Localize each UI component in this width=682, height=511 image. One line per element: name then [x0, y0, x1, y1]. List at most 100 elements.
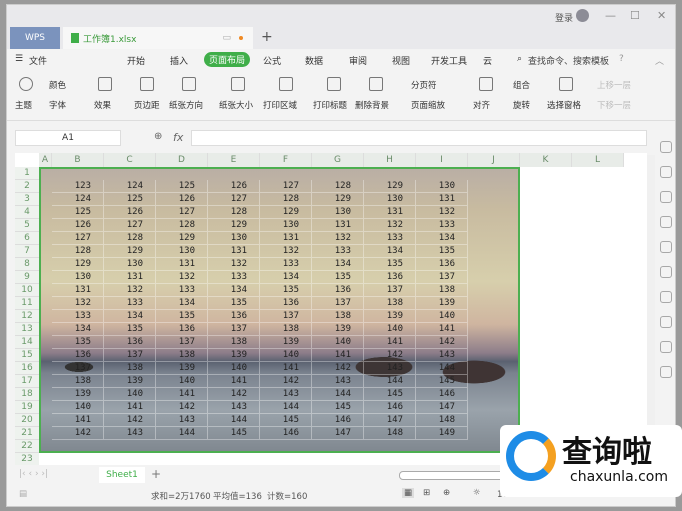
row-header-22[interactable]: 22 — [15, 440, 39, 453]
delete-background-button[interactable]: 删除背景 — [355, 99, 389, 111]
row-header-14[interactable]: 14 — [15, 336, 39, 349]
column-header-D[interactable]: D — [156, 153, 208, 167]
row-header-15[interactable]: 15 — [15, 349, 39, 362]
login-link[interactable]: 登录 — [555, 11, 573, 24]
help-icon[interactable]: ? — [619, 54, 624, 64]
row-header-17[interactable]: 17 — [15, 375, 39, 388]
orientation-button[interactable]: 纸张方向 — [169, 99, 203, 111]
row-header-12[interactable]: 12 — [15, 310, 39, 323]
fx-icon[interactable]: fx — [173, 131, 183, 144]
spreadsheet-grid[interactable]: 123 124 125 126 127 128 129 130 124 125 126 127 128 1… — [15, 153, 647, 465]
selection-pane-button[interactable]: 选择窗格 — [547, 99, 581, 111]
history-icon[interactable] — [660, 241, 672, 253]
apps-icon[interactable] — [660, 366, 672, 378]
archive-icon[interactable] — [660, 341, 672, 353]
search-icon[interactable]: ⌕ — [517, 54, 522, 64]
fonts-button[interactable]: 字体 — [49, 99, 66, 111]
row-header-2[interactable]: 2 — [15, 180, 39, 193]
row-header-4[interactable]: 4 — [15, 206, 39, 219]
page-break-view-icon[interactable]: ⊞ — [423, 488, 430, 498]
send-backward-button[interactable]: 下移一层 — [597, 99, 631, 111]
column-header-F[interactable]: F — [260, 153, 312, 167]
row-header-18[interactable]: 18 — [15, 388, 39, 401]
column-header-E[interactable]: E — [208, 153, 260, 167]
sheet-tab-sheet1[interactable]: Sheet1 — [99, 467, 145, 483]
zoom-formula-icon[interactable]: ⊕ — [154, 131, 162, 142]
collapse-ribbon-icon[interactable]: ︿ — [655, 54, 664, 67]
column-header-L[interactable]: L — [572, 153, 624, 167]
menu-insert[interactable]: 插入 — [170, 54, 188, 67]
column-header-A[interactable]: A — [39, 153, 52, 167]
row-header-1[interactable]: 1 — [15, 167, 39, 180]
row-header-23[interactable]: 23 — [15, 453, 39, 465]
column-header-I[interactable]: I — [416, 153, 468, 167]
column-header-C[interactable]: C — [104, 153, 156, 167]
tab-document[interactable]: 工作簿1.xlsx ▭ — [63, 27, 253, 49]
avatar[interactable] — [576, 9, 589, 22]
close-button[interactable]: ✕ — [657, 9, 666, 22]
vertical-scrollbar[interactable] — [647, 155, 655, 465]
eye-care-icon[interactable]: ☼ — [473, 488, 481, 498]
theme-button[interactable]: 主题 — [15, 99, 32, 111]
hamburger-icon[interactable]: ☰ — [15, 54, 23, 64]
reading-view-icon[interactable]: ⊕ — [443, 488, 450, 498]
row-header-8[interactable]: 8 — [15, 258, 39, 271]
group-button[interactable]: 组合 — [513, 79, 530, 91]
command-search[interactable]: 查找命令、搜索模板 — [528, 54, 609, 67]
print-titles-button[interactable]: 打印标题 — [313, 99, 347, 111]
margins-button[interactable]: 页边距 — [134, 99, 160, 111]
row-header-9[interactable]: 9 — [15, 271, 39, 284]
row-header-6[interactable]: 6 — [15, 232, 39, 245]
menu-formulas[interactable]: 公式 — [263, 54, 281, 67]
row-header-19[interactable]: 19 — [15, 401, 39, 414]
menu-view[interactable]: 视图 — [392, 54, 410, 67]
rotate-button[interactable]: 旋转 — [513, 99, 530, 111]
row-header-11[interactable]: 11 — [15, 297, 39, 310]
share-icon[interactable] — [660, 316, 672, 328]
row-header-5[interactable]: 5 — [15, 219, 39, 232]
align-button[interactable]: 对齐 — [473, 99, 490, 111]
row-header-3[interactable]: 3 — [15, 193, 39, 206]
menu-file[interactable]: 文件 — [29, 54, 47, 67]
colors-button[interactable]: 颜色 — [49, 79, 66, 91]
effects-button[interactable]: 效果 — [94, 99, 111, 111]
row-header-16[interactable]: 16 — [15, 362, 39, 375]
menu-data[interactable]: 数据 — [305, 54, 323, 67]
pointer-icon[interactable] — [660, 141, 672, 153]
page-break-button[interactable]: 分页符 — [411, 79, 437, 91]
star-icon[interactable] — [660, 291, 672, 303]
bring-forward-button[interactable]: 上移一层 — [597, 79, 631, 91]
normal-view-icon[interactable]: ▦ — [402, 488, 415, 498]
menu-page-layout[interactable]: 页面布局 — [204, 52, 251, 67]
menu-home[interactable]: 开始 — [127, 54, 145, 67]
help-icon[interactable] — [660, 266, 672, 278]
row-header-10[interactable]: 10 — [15, 284, 39, 297]
page-zoom-button[interactable]: 页面缩放 — [411, 99, 445, 111]
pin-icon[interactable]: ▭ — [222, 33, 231, 43]
row-header-7[interactable]: 7 — [15, 245, 39, 258]
maximize-button[interactable]: ☐ — [630, 9, 640, 22]
formula-input[interactable] — [191, 130, 647, 146]
menu-developer[interactable]: 开发工具 — [431, 54, 467, 67]
menu-review[interactable]: 审阅 — [349, 54, 367, 67]
row-header-13[interactable]: 13 — [15, 323, 39, 336]
print-area-button[interactable]: 打印区域 — [263, 99, 297, 111]
minimize-button[interactable]: — — [605, 9, 616, 22]
horizontal-scrollbar[interactable] — [399, 471, 509, 480]
sheet-nav-arrows[interactable]: |‹ ‹ › ›| — [19, 469, 48, 479]
copy-icon[interactable] — [660, 216, 672, 228]
shape-icon[interactable] — [660, 191, 672, 203]
column-header-K[interactable]: K — [520, 153, 572, 167]
row-header-20[interactable]: 20 — [15, 414, 39, 427]
column-header-G[interactable]: G — [312, 153, 364, 167]
menu-cloud[interactable]: 云 — [483, 54, 492, 67]
add-sheet-button[interactable]: + — [151, 467, 161, 481]
column-header-B[interactable]: B — [52, 153, 104, 167]
paper-size-button[interactable]: 纸张大小 — [219, 99, 253, 111]
name-box[interactable]: A1 — [15, 130, 121, 146]
new-tab-button[interactable]: + — [261, 29, 273, 45]
column-header-J[interactable]: J — [468, 153, 520, 167]
row-header-21[interactable]: 21 — [15, 427, 39, 440]
column-header-H[interactable]: H — [364, 153, 416, 167]
style-icon[interactable] — [660, 166, 672, 178]
